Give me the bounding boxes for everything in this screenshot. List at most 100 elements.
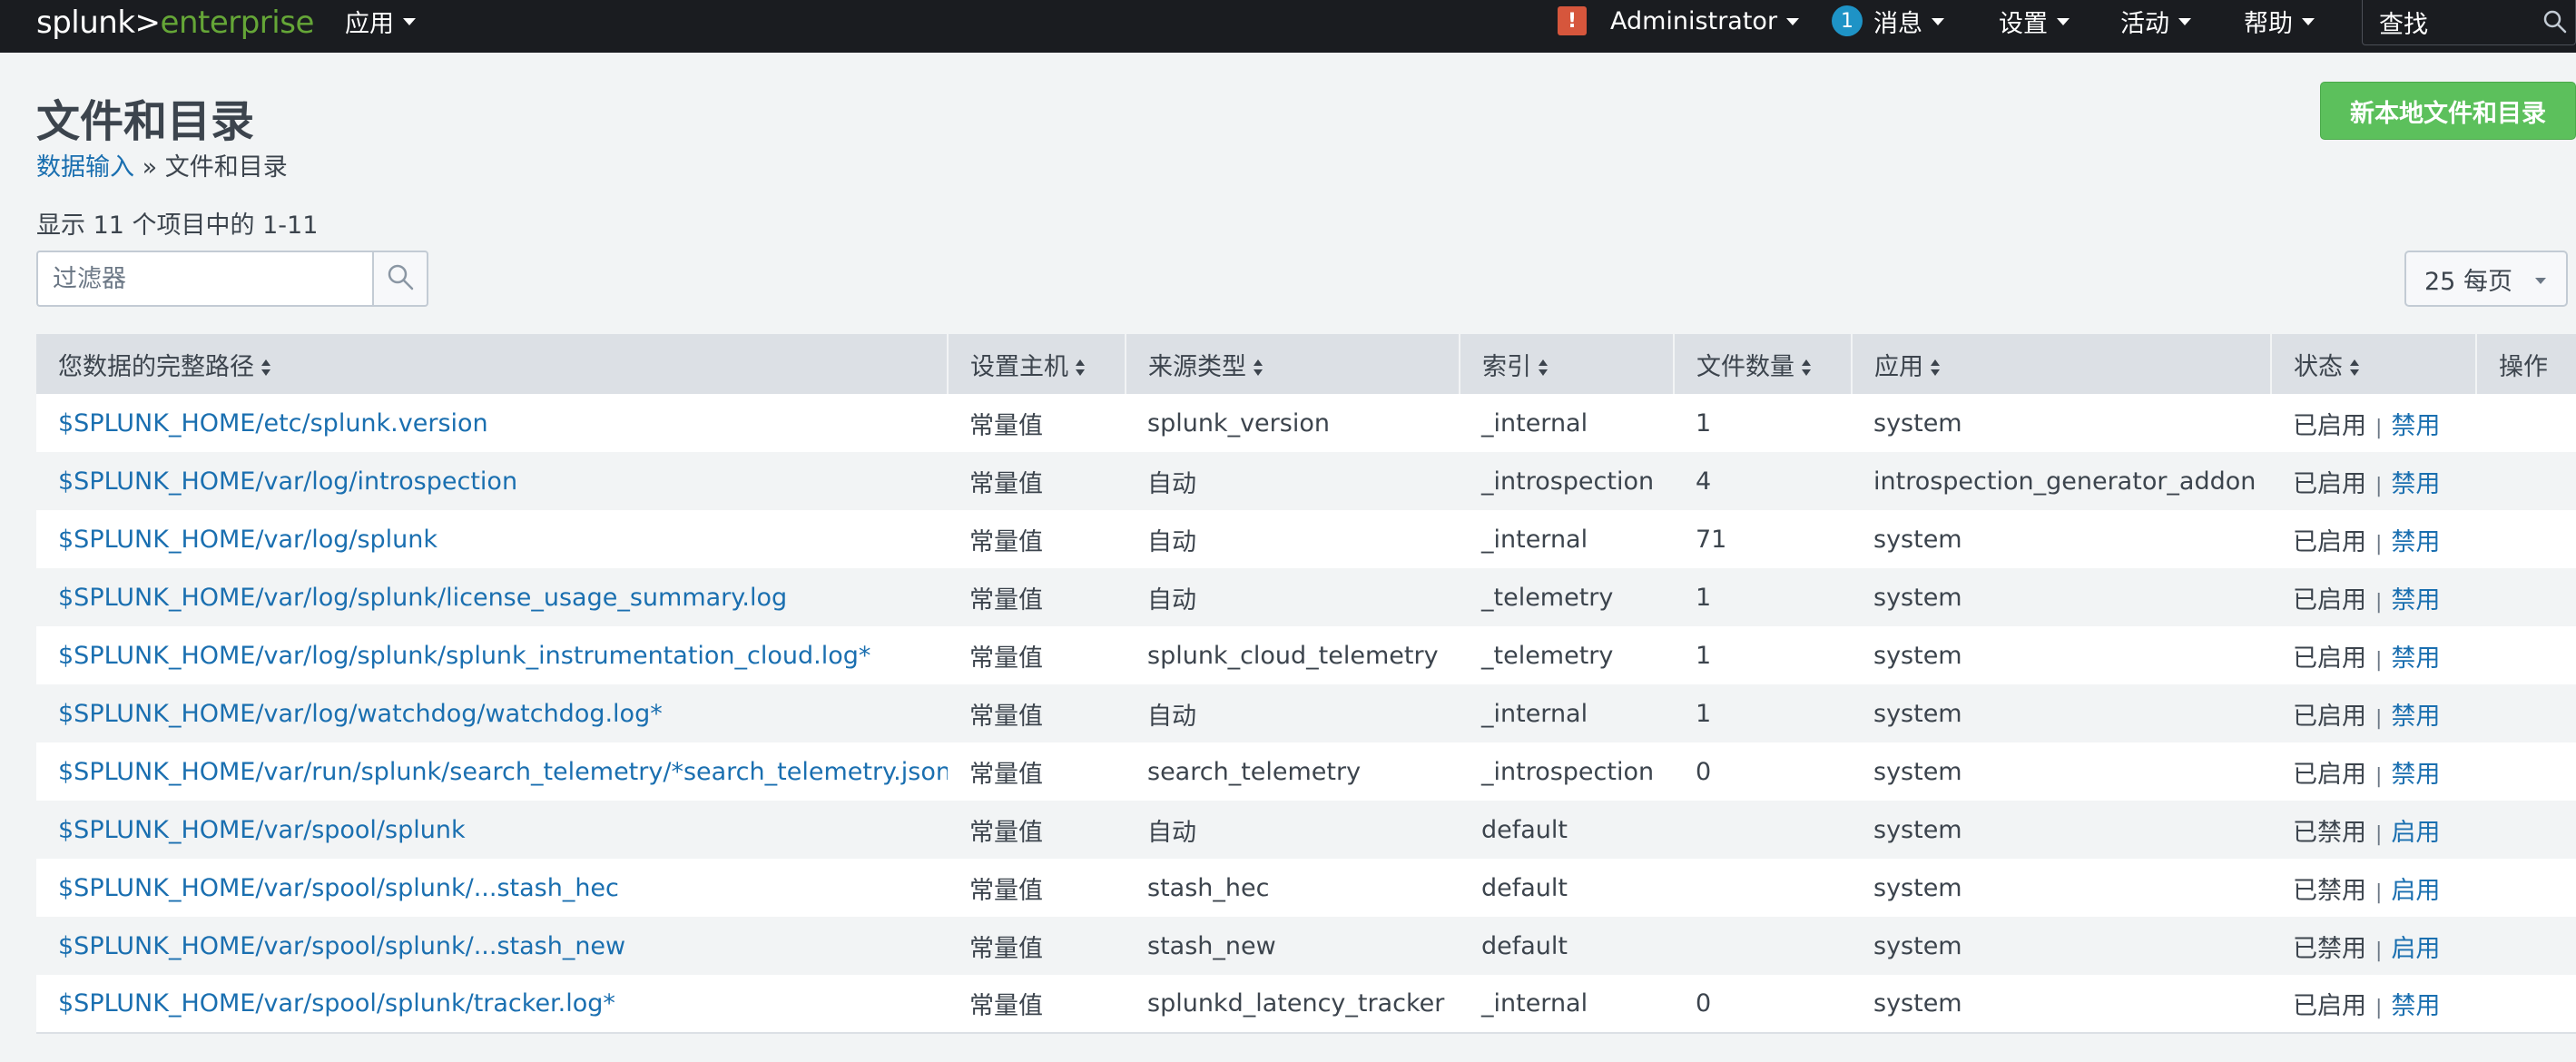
toggle-status-link[interactable]: 禁用 [2391, 992, 2440, 1020]
status-separator: | [2375, 590, 2383, 614]
path-link[interactable]: $SPLUNK_HOME/var/spool/splunk [58, 816, 466, 844]
table-cell: $SPLUNK_HOME/etc/splunk.version [36, 394, 948, 452]
toggle-status-link[interactable]: 禁用 [2391, 761, 2440, 789]
column-header-label: 状态 [2294, 352, 2343, 381]
caret-down-icon [2535, 278, 2546, 284]
alert-icon[interactable]: ! [1558, 6, 1587, 35]
actions-cell [2476, 917, 2576, 975]
page-title: 文件和目录 [36, 96, 255, 147]
table-cell: 1 [1674, 684, 1852, 742]
table-cell: splunk_cloud_telemetry [1126, 626, 1460, 684]
toggle-status-link[interactable]: 启用 [2391, 935, 2440, 963]
help-menu[interactable]: 帮助 [2244, 0, 2315, 42]
filecount-cell: 0 [1696, 757, 1712, 786]
path-link[interactable]: $SPLUNK_HOME/var/spool/splunk/...stash_h… [58, 874, 619, 902]
table-cell: 常量值 [948, 394, 1126, 452]
path-link[interactable]: $SPLUNK_HOME/var/log/splunk/splunk_instr… [58, 642, 870, 670]
column-header-host[interactable]: 设置主机 [948, 334, 1126, 394]
status-separator: | [2375, 997, 2383, 1019]
status-text: 已启用 [2293, 702, 2366, 731]
splunk-logo[interactable]: splunk> enterprise [36, 2, 314, 44]
column-header-app[interactable]: 应用 [1852, 334, 2272, 394]
path-link[interactable]: $SPLUNK_HOME/var/spool/splunk/tracker.lo… [58, 989, 615, 1018]
sourcetype-cell: 自动 [1147, 469, 1196, 498]
table-cell: _internal [1460, 394, 1674, 452]
messages-menu[interactable]: 1 消息 [1832, 0, 1944, 42]
status-separator: | [2375, 880, 2383, 904]
path-link[interactable]: $SPLUNK_HOME/etc/splunk.version [58, 409, 488, 438]
toggle-status-link[interactable]: 禁用 [2391, 528, 2440, 556]
path-link[interactable]: $SPLUNK_HOME/var/log/splunk [58, 526, 438, 554]
toggle-status-link[interactable]: 禁用 [2391, 703, 2440, 731]
top-search-input[interactable]: 查找 [2362, 0, 2576, 45]
user-menu[interactable]: ! Administrator [1558, 0, 1800, 42]
column-header-actions: 操作 [2476, 334, 2576, 394]
item-count-text: 显示 11 个项目中的 1-11 [36, 211, 319, 240]
path-link[interactable]: $SPLUNK_HOME/var/log/splunk/license_usag… [58, 584, 787, 612]
table-cell [1674, 859, 1852, 917]
column-header-index[interactable]: 索引 [1460, 334, 1675, 394]
index-cell: default [1481, 815, 1568, 844]
column-header-sourcetype[interactable]: 来源类型 [1126, 334, 1460, 394]
breadcrumb-data-inputs-link[interactable]: 数据输入 [36, 153, 134, 182]
actions-cell [2476, 626, 2576, 684]
index-cell: _telemetry [1481, 583, 1614, 612]
status-separator: | [2375, 416, 2383, 439]
table-cell: 0 [1674, 975, 1852, 1034]
toggle-status-link[interactable]: 禁用 [2391, 644, 2440, 673]
host-cell: 常量值 [969, 644, 1043, 673]
status-cell: 已启用 | 禁用 [2271, 568, 2476, 626]
breadcrumb-current: 文件和目录 [164, 153, 288, 182]
table-row: $SPLUNK_HOME/var/spool/splunk/...stash_h… [36, 859, 2576, 917]
table-cell: _internal [1460, 510, 1674, 568]
status-text: 已启用 [2293, 527, 2366, 556]
column-header-status[interactable]: 状态 [2271, 334, 2477, 394]
caret-down-icon [403, 18, 416, 25]
column-header-filecount[interactable]: 文件数量 [1674, 334, 1853, 394]
filecount-cell: 1 [1696, 641, 1712, 670]
app-cell: system [1873, 408, 1962, 438]
new-local-file-button[interactable]: 新本地文件和目录 [2320, 82, 2576, 140]
path-link[interactable]: $SPLUNK_HOME/var/log/watchdog/watchdog.l… [58, 700, 663, 728]
per-page-dropdown[interactable]: 25 每页 [2404, 251, 2568, 307]
filter-input[interactable] [36, 251, 372, 307]
host-cell: 常量值 [969, 760, 1043, 789]
toggle-status-link[interactable]: 禁用 [2391, 586, 2440, 615]
status-cell: 已启用 | 禁用 [2271, 626, 2476, 684]
toggle-status-link[interactable]: 禁用 [2391, 470, 2440, 498]
apps-menu[interactable]: 应用 [345, 0, 416, 42]
path-link[interactable]: $SPLUNK_HOME/var/run/splunk/search_telem… [58, 758, 948, 786]
table-cell: system [1852, 684, 2271, 742]
toggle-status-link[interactable]: 启用 [2391, 819, 2440, 847]
filecount-cell: 71 [1696, 525, 1727, 554]
app-cell: system [1873, 583, 1962, 612]
activity-menu[interactable]: 活动 [2120, 0, 2191, 42]
table-row: $SPLUNK_HOME/var/log/splunk/license_usag… [36, 568, 2576, 626]
app-cell: system [1873, 873, 1962, 902]
index-cell: _telemetry [1481, 641, 1614, 670]
actions-cell [2476, 859, 2576, 917]
per-page-label: 25 每页 [2424, 267, 2512, 296]
path-link[interactable]: $SPLUNK_HOME/var/log/introspection [58, 467, 517, 496]
toggle-status-link[interactable]: 禁用 [2391, 412, 2440, 440]
status-text: 已启用 [2293, 992, 2366, 1020]
help-menu-label: 帮助 [2244, 9, 2293, 38]
column-header-path[interactable]: 您数据的完整路径 [36, 334, 949, 394]
actions-cell [2476, 801, 2576, 859]
settings-menu-label: 设置 [1999, 9, 2048, 38]
actions-cell [2476, 975, 2576, 1034]
table-cell: 自动 [1126, 684, 1460, 742]
app-cell: introspection_generator_addon [1873, 467, 2256, 496]
status-text: 已启用 [2293, 585, 2366, 615]
toggle-status-link[interactable]: 启用 [2391, 877, 2440, 905]
table-cell: search_telemetry [1126, 742, 1460, 801]
filter-search-button[interactable] [372, 251, 428, 307]
filter-group [36, 251, 428, 307]
table-cell: default [1460, 859, 1674, 917]
filecount-cell: 1 [1696, 699, 1712, 728]
path-link[interactable]: $SPLUNK_HOME/var/spool/splunk/...stash_n… [58, 932, 625, 960]
filecount-cell: 1 [1696, 408, 1712, 438]
settings-menu[interactable]: 设置 [1999, 0, 2070, 42]
sourcetype-cell: 自动 [1147, 585, 1196, 615]
column-header-label: 应用 [1874, 352, 1923, 381]
